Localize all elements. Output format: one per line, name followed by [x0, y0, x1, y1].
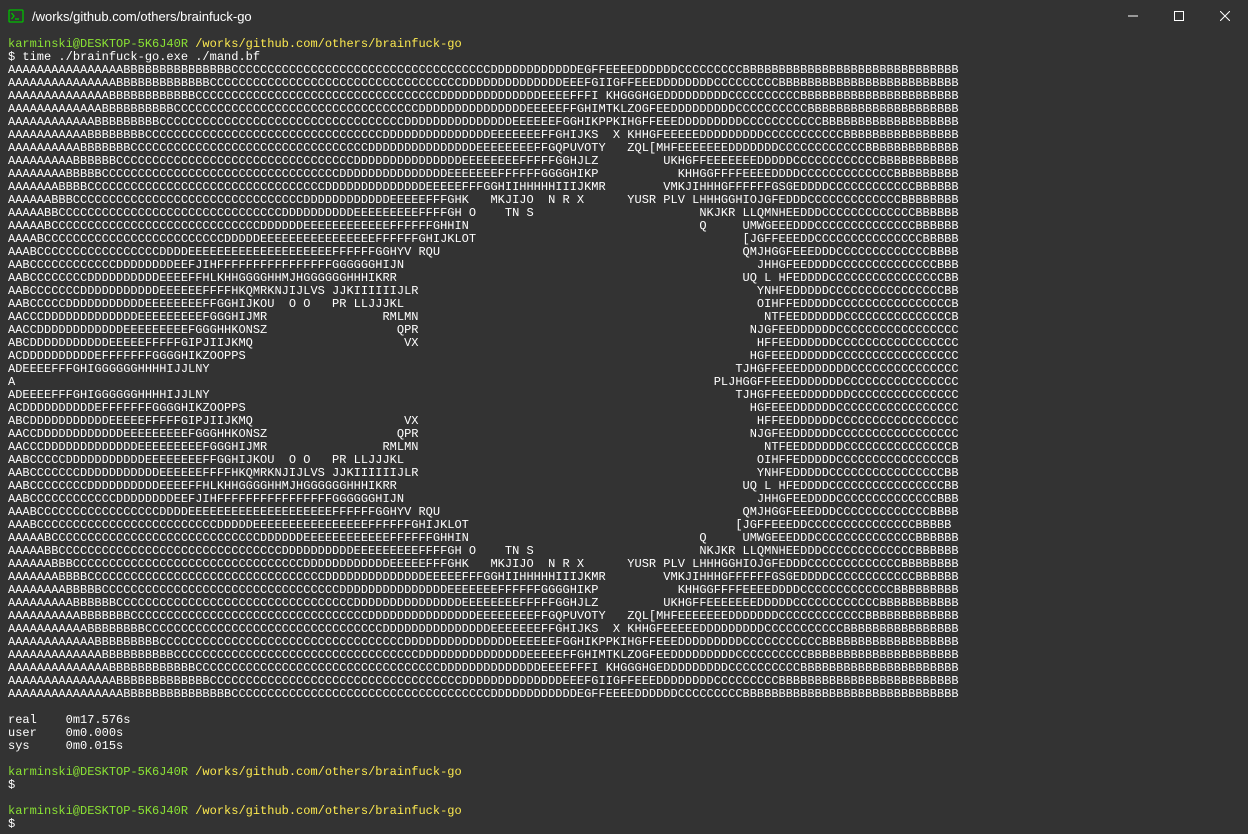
- prompt-user-host: karminski@DESKTOP-5K6J40R: [8, 37, 188, 51]
- time-real-label: real: [8, 713, 37, 727]
- prompt-symbol: $: [8, 817, 15, 831]
- titlebar[interactable]: /works/github.com/others/brainfuck-go: [0, 0, 1248, 32]
- prompt-cwd: /works/github.com/others/brainfuck-go: [195, 765, 461, 779]
- prompt-symbol: $: [8, 778, 15, 792]
- time-user-value: 0m0.000s: [66, 726, 124, 740]
- program-output: AAAAAAAAAAAAAAAABBBBBBBBBBBBBBBCCCCCCCCC…: [8, 63, 959, 701]
- terminal-content: karminski@DESKTOP-5K6J40R /works/github.…: [8, 38, 1240, 831]
- time-sys-value: 0m0.015s: [66, 739, 124, 753]
- time-sys-label: sys: [8, 739, 30, 753]
- time-user-label: user: [8, 726, 37, 740]
- terminal-body[interactable]: karminski@DESKTOP-5K6J40R /works/github.…: [0, 32, 1248, 834]
- terminal-window: /works/github.com/others/brainfuck-go ka…: [0, 0, 1248, 834]
- maximize-button[interactable]: [1156, 0, 1202, 32]
- prompt-user-host: karminski@DESKTOP-5K6J40R: [8, 804, 188, 818]
- prompt-cwd: /works/github.com/others/brainfuck-go: [195, 37, 461, 51]
- command-text: time ./brainfuck-go.exe ./mand.bf: [22, 50, 260, 64]
- prompt-symbol: $: [8, 50, 15, 64]
- close-button[interactable]: [1202, 0, 1248, 32]
- prompt-user-host: karminski@DESKTOP-5K6J40R: [8, 765, 188, 779]
- prompt-cwd: /works/github.com/others/brainfuck-go: [195, 804, 461, 818]
- time-real-value: 0m17.576s: [66, 713, 131, 727]
- minimize-button[interactable]: [1110, 0, 1156, 32]
- app-icon: [8, 8, 24, 24]
- window-title: /works/github.com/others/brainfuck-go: [32, 9, 252, 24]
